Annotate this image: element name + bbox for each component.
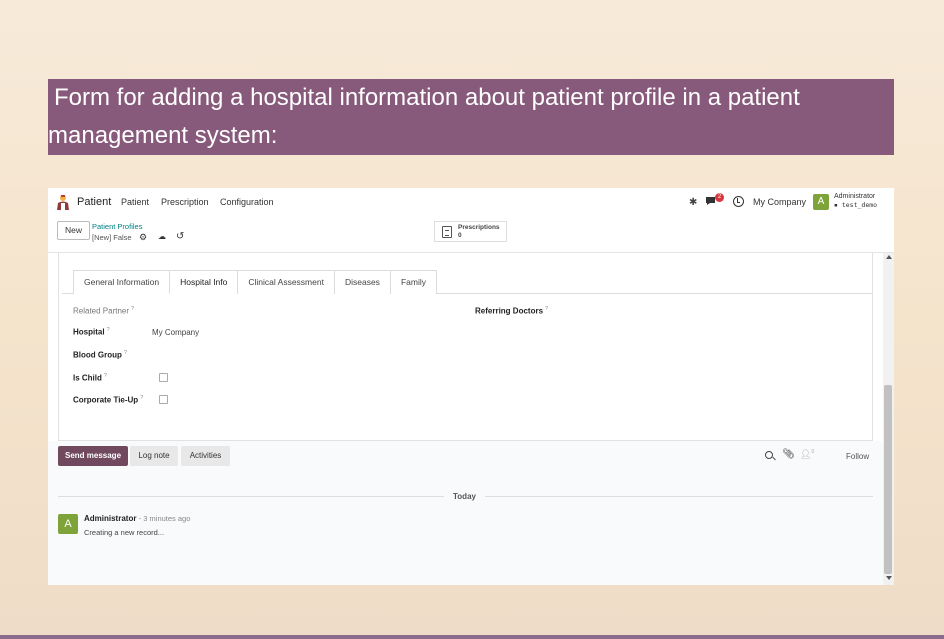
blood-group-label-text: Blood Group <box>73 350 122 360</box>
user-avatar[interactable]: A <box>813 194 829 210</box>
log-note-button[interactable]: Log note <box>130 446 178 466</box>
hospital-label: Hospital? <box>73 327 110 337</box>
caption-line-1: Form for adding a hospital information a… <box>54 84 800 111</box>
database-name: ▪ test_demo <box>834 201 877 209</box>
scroll-down-arrow-icon[interactable] <box>886 576 892 580</box>
save-cloud-icon[interactable]: ☁ <box>158 232 166 241</box>
document-icon <box>442 226 452 238</box>
paperclip-icon[interactable]: 📎︎ <box>782 449 795 460</box>
tab-general-information[interactable]: General Information <box>73 270 171 294</box>
smart-button-text: Prescriptions 0 <box>458 224 500 240</box>
top-navbar: Patient Patient Prescription Configurati… <box>48 188 894 216</box>
new-button[interactable]: New <box>57 221 90 240</box>
database-icon: ▪ <box>834 201 838 209</box>
tab-diseases[interactable]: Diseases <box>333 270 391 294</box>
corporate-tieup-label-text: Corporate Tie-Up <box>73 395 139 405</box>
activity-clock-icon[interactable] <box>733 196 744 207</box>
message-author-name[interactable]: Administrator <box>84 514 136 523</box>
date-separator: Today <box>453 492 476 501</box>
message-author-avatar[interactable]: A <box>58 514 78 534</box>
breadcrumb-parent[interactable]: Patient Profiles <box>92 222 142 231</box>
date-separator-line-left <box>58 496 444 497</box>
user-menu[interactable]: Administrator ▪ test_demo <box>834 193 877 209</box>
tab-clinical-assessment[interactable]: Clinical Assessment <box>237 270 335 294</box>
activities-button[interactable]: Activities <box>181 446 230 466</box>
scrollbar-thumb[interactable] <box>884 385 892 574</box>
tab-family[interactable]: Family <box>389 270 437 294</box>
followers-count: 0 <box>811 449 815 455</box>
corporate-tieup-checkbox[interactable] <box>159 395 168 404</box>
date-separator-line-right <box>485 496 873 497</box>
breadcrumb-current: [New] False <box>92 233 132 242</box>
referring-doctors-label-text: Referring Doctors <box>475 306 544 316</box>
related-partner-label-text: Related Partner <box>73 306 130 316</box>
discard-undo-icon[interactable]: ↺ <box>176 231 184 242</box>
company-switcher[interactable]: My Company <box>753 197 806 207</box>
help-icon[interactable]: ? <box>104 373 107 379</box>
menu-patient[interactable]: Patient <box>121 197 149 207</box>
blood-group-label: Blood Group? <box>73 350 127 360</box>
caption-line-2: management system: <box>48 122 278 149</box>
menu-configuration[interactable]: Configuration <box>220 197 274 207</box>
corporate-tieup-label: Corporate Tie-Up? <box>73 395 143 405</box>
bottom-border <box>0 635 944 639</box>
message-body: Creating a new record... <box>84 528 165 537</box>
database-label: test_demo <box>841 201 878 209</box>
help-icon[interactable]: ? <box>140 395 143 401</box>
search-icon[interactable] <box>765 451 773 459</box>
help-icon[interactable]: ? <box>131 306 134 312</box>
send-message-button[interactable]: Send message <box>58 446 128 466</box>
related-partner-label: Related Partner? <box>73 306 134 316</box>
referring-doctors-label: Referring Doctors? <box>475 306 548 316</box>
hospital-label-text: Hospital <box>73 327 105 337</box>
followers-icon[interactable]: 👤︎0 <box>800 449 814 460</box>
caption-banner: Form for adding a hospital information a… <box>48 79 894 155</box>
is-child-label: Is Child? <box>73 373 107 383</box>
user-name: Administrator <box>834 193 876 200</box>
patient-app-icon[interactable] <box>56 194 70 210</box>
tab-hospital-info[interactable]: Hospital Info <box>169 270 239 294</box>
is-child-label-text: Is Child <box>73 373 102 383</box>
app-screenshot: Patient Patient Prescription Configurati… <box>48 188 894 585</box>
gear-icon[interactable]: ⚙ <box>139 232 147 243</box>
prescriptions-smart-button[interactable]: Prescriptions 0 <box>434 221 507 242</box>
scroll-up-arrow-icon[interactable] <box>886 255 892 259</box>
notebook-tabs: General Information Hospital Info Clinic… <box>73 270 437 294</box>
hospital-field[interactable]: My Company <box>152 328 199 337</box>
notification-badge: 2 <box>715 193 724 202</box>
message-author: Administrator - 3 minutes ago <box>84 514 190 523</box>
menu-prescription[interactable]: Prescription <box>161 197 209 207</box>
smart-button-label: Prescriptions <box>458 224 500 231</box>
debug-bug-icon[interactable]: ✱ <box>689 197 697 208</box>
help-icon[interactable]: ? <box>107 327 110 333</box>
help-icon[interactable]: ? <box>124 350 127 356</box>
smart-button-count: 0 <box>458 232 462 239</box>
follow-button[interactable]: Follow <box>846 452 869 461</box>
message-timestamp: - 3 minutes ago <box>138 514 191 523</box>
help-icon[interactable]: ? <box>545 306 548 312</box>
is-child-checkbox[interactable] <box>159 373 168 382</box>
app-title[interactable]: Patient <box>77 196 111 208</box>
